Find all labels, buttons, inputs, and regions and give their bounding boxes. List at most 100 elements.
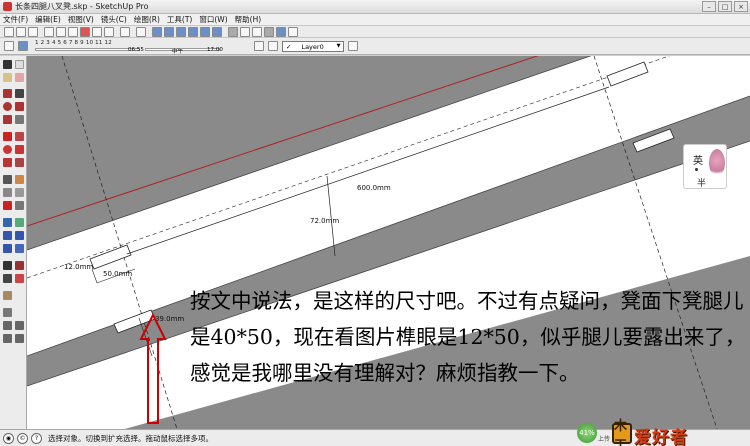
xray-icon[interactable] <box>228 27 238 37</box>
help-icon[interactable]: ? <box>31 432 42 444</box>
dimension-50-label: 50.0mm <box>103 270 132 278</box>
rectangle-tool-icon[interactable] <box>3 89 12 98</box>
sandbox-stamp-icon[interactable] <box>3 334 12 343</box>
fog-icon[interactable] <box>268 41 278 51</box>
maximize-button[interactable]: □ <box>718 1 732 12</box>
menu-camera[interactable]: 镜头(C) <box>101 14 127 25</box>
tool-palette <box>0 56 27 429</box>
polygon-tool-icon[interactable] <box>3 115 12 124</box>
section-plane-icon[interactable] <box>15 274 24 283</box>
zoom-window-icon[interactable] <box>15 231 24 240</box>
minimize-button[interactable]: – <box>702 1 716 12</box>
ime-width-label: 半 <box>697 179 707 189</box>
sandbox-smoove-icon[interactable] <box>15 321 24 330</box>
sun-icon[interactable] <box>254 41 264 51</box>
standard-toolbar <box>0 26 750 38</box>
close-button[interactable]: × <box>734 1 748 12</box>
offset-tool-icon[interactable] <box>15 158 24 167</box>
tape-measure-icon[interactable] <box>3 175 12 184</box>
erase-icon[interactable] <box>80 27 90 37</box>
menu-help[interactable]: 帮助(H) <box>235 14 262 25</box>
rotate-tool-icon[interactable] <box>3 145 12 154</box>
new-file-icon[interactable] <box>4 27 14 37</box>
save-icon[interactable] <box>28 27 38 37</box>
push-pull-icon[interactable] <box>15 132 24 141</box>
arc-tool-icon[interactable] <box>15 102 24 111</box>
paste-icon[interactable] <box>68 27 78 37</box>
right-view-icon[interactable] <box>188 27 198 37</box>
menu-window[interactable]: 窗口(W) <box>199 14 227 25</box>
3d-text-icon[interactable] <box>15 201 24 210</box>
layer-manager-icon[interactable] <box>4 41 14 51</box>
orbit-icon[interactable] <box>3 218 12 227</box>
textured-icon[interactable] <box>276 27 286 37</box>
circle-tool-icon[interactable] <box>3 102 12 111</box>
menu-bar: 文件(F) 编辑(E) 视图(V) 镜头(C) 绘图(R) 工具(T) 窗口(W… <box>0 14 750 26</box>
dimension-tool-icon[interactable] <box>15 175 24 184</box>
pan-icon[interactable] <box>15 218 24 227</box>
check-icon: ✓ <box>286 42 292 51</box>
redo-icon[interactable] <box>104 27 114 37</box>
move-tool-icon[interactable] <box>3 132 12 141</box>
shaded-icon[interactable] <box>264 27 274 37</box>
month-scale: 1 2 3 4 5 6 7 8 9 10 11 12 <box>35 40 112 46</box>
watermark-logo: 木工 爱好者 <box>612 419 732 446</box>
sandbox-contours-icon[interactable] <box>3 321 12 330</box>
shadow-toggle-icon[interactable] <box>18 41 28 51</box>
paint-bucket-icon[interactable] <box>3 73 12 82</box>
axes-tool-icon[interactable] <box>3 201 12 210</box>
credits-icon[interactable]: © <box>17 432 28 444</box>
title-bar: 长条四腿八叉凳.skp - SketchUp Pro – □ × <box>0 0 750 14</box>
zoom-icon[interactable] <box>3 231 12 240</box>
logo-mark: 木工 <box>612 419 632 446</box>
print-icon[interactable] <box>120 27 130 37</box>
menu-edit[interactable]: 编辑(E) <box>35 14 61 25</box>
previous-view-icon[interactable] <box>15 244 24 253</box>
sandbox-drape-icon[interactable] <box>15 334 24 343</box>
top-view-icon[interactable] <box>164 27 174 37</box>
ime-indicator[interactable]: 英 半 <box>683 144 727 189</box>
menu-draw[interactable]: 绘图(R) <box>134 14 160 25</box>
text-tool-icon[interactable] <box>15 188 24 197</box>
warehouse-icon[interactable] <box>3 291 12 300</box>
open-file-icon[interactable] <box>16 27 26 37</box>
back-view-icon[interactable] <box>200 27 210 37</box>
menu-view[interactable]: 视图(V) <box>68 14 94 25</box>
front-view-icon[interactable] <box>176 27 186 37</box>
look-around-icon[interactable] <box>15 261 24 270</box>
position-camera-icon[interactable] <box>3 261 12 270</box>
annotation-text: 按文中说法，是这样的尺寸吧。不过有点疑问，凳面下凳腿儿是40*50，现在看图片榫… <box>190 289 746 385</box>
hidden-line-icon[interactable] <box>252 27 262 37</box>
menu-tools[interactable]: 工具(T) <box>167 14 192 25</box>
protractor-icon[interactable] <box>3 188 12 197</box>
line-tool-icon[interactable] <box>15 89 24 98</box>
scale-tool-icon[interactable] <box>3 158 12 167</box>
select-tool-icon[interactable] <box>3 60 12 69</box>
eraser-icon[interactable] <box>15 73 24 82</box>
freehand-tool-icon[interactable] <box>15 115 24 124</box>
iso-view-icon[interactable] <box>152 27 162 37</box>
cut-icon[interactable] <box>44 27 54 37</box>
component-tool-icon[interactable] <box>15 60 24 69</box>
chevron-down-icon: ▼ <box>336 43 341 49</box>
walk-icon[interactable] <box>3 274 12 283</box>
undo-icon[interactable] <box>92 27 102 37</box>
geo-location-icon[interactable]: ◉ <box>3 432 14 444</box>
zoom-extents-icon[interactable] <box>3 244 12 253</box>
arrow-up-icon <box>139 313 167 424</box>
sandbox-icon[interactable] <box>3 308 12 317</box>
layer-dropdown[interactable]: ✓ Layer0 ▼ <box>282 41 344 52</box>
follow-me-icon[interactable] <box>15 145 24 154</box>
date-slider[interactable] <box>35 48 140 51</box>
model-info-icon[interactable] <box>136 27 146 37</box>
menu-file[interactable]: 文件(F) <box>3 14 28 25</box>
dimension-12-label: 12.0mm <box>64 263 93 271</box>
layer-properties-icon[interactable] <box>348 41 358 51</box>
dimension-600-label: 600.0mm <box>357 184 391 192</box>
monochrome-icon[interactable] <box>288 27 298 37</box>
shadows-layers-toolbar: 1 2 3 4 5 6 7 8 9 10 11 12 06:55 中午 17:0… <box>0 38 750 55</box>
flower-skin-icon <box>709 149 725 177</box>
copy-icon[interactable] <box>56 27 66 37</box>
left-view-icon[interactable] <box>212 27 222 37</box>
wireframe-icon[interactable] <box>240 27 250 37</box>
